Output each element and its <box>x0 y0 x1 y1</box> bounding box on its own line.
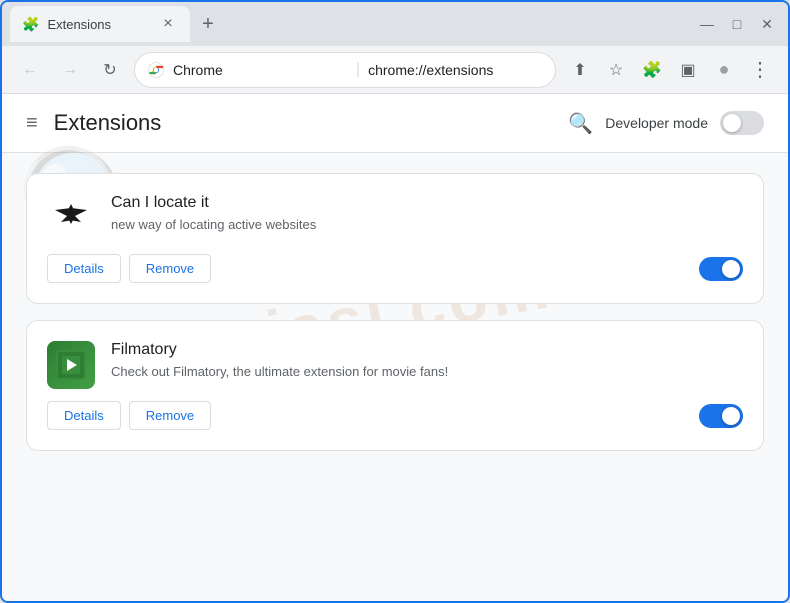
forward-icon: → <box>62 61 78 79</box>
header-left: ≡ Extensions <box>26 110 161 136</box>
extension-toggle-2[interactable] <box>699 404 743 428</box>
share-button[interactable]: ⬆ <box>564 54 596 86</box>
extension-icon-2 <box>47 341 95 389</box>
menu-dots-icon: ⋮ <box>750 57 770 82</box>
card-top-1: Can I locate it new way of locating acti… <box>47 194 743 242</box>
address-divider: | <box>356 61 360 79</box>
tab-title: Extensions <box>47 17 150 32</box>
profile-icon: ● <box>719 59 730 80</box>
window-controls: — □ ✕ <box>694 11 780 37</box>
remove-button-1[interactable]: Remove <box>129 254 211 283</box>
star-icon: ☆ <box>609 60 623 80</box>
card-bottom-2: Details Remove <box>47 401 743 430</box>
search-icon[interactable]: 🔍 <box>568 111 593 136</box>
close-button[interactable]: ✕ <box>754 11 780 37</box>
address-bar[interactable]: Chrome | chrome://extensions <box>134 52 556 88</box>
hamburger-menu-icon[interactable]: ≡ <box>26 112 38 135</box>
extension-toggle-1[interactable] <box>699 257 743 281</box>
sidebar-icon: ▣ <box>680 60 695 80</box>
filmatory-icon <box>47 341 95 389</box>
profile-button[interactable]: ● <box>708 54 740 86</box>
tab-close-button[interactable]: × <box>158 14 178 34</box>
extensions-header: ≡ Extensions 🔍 Developer mode <box>2 94 788 153</box>
remove-button-2[interactable]: Remove <box>129 401 211 430</box>
extensions-page: ≡ Extensions 🔍 Developer mode 🔍 riasl.co… <box>2 94 788 601</box>
details-button-1[interactable]: Details <box>47 254 121 283</box>
minimize-button[interactable]: — <box>694 11 720 37</box>
puzzle-icon: 🧩 <box>642 60 662 80</box>
page-title: Extensions <box>54 110 162 136</box>
back-button[interactable]: ← <box>14 54 46 86</box>
title-bar: 🧩 Extensions × + — □ ✕ <box>2 2 788 46</box>
extensions-list: 🔍 riasl.com <box>2 153 788 471</box>
details-button-2[interactable]: Details <box>47 401 121 430</box>
developer-mode-label: Developer mode <box>605 115 708 131</box>
share-icon: ⬆ <box>573 60 586 80</box>
restore-button[interactable]: □ <box>724 11 750 37</box>
play-icon <box>56 350 86 380</box>
tab-extension-icon: 🧩 <box>22 16 39 33</box>
extension-icon-1 <box>47 194 95 242</box>
card-bottom-1: Details Remove <box>47 254 743 283</box>
bookmark-button[interactable]: ☆ <box>600 54 632 86</box>
ext-info-2: Filmatory Check out Filmatory, the ultim… <box>111 341 743 381</box>
url-text: chrome://extensions <box>368 62 543 78</box>
card-actions-2: Details Remove <box>47 401 211 430</box>
browser-tab[interactable]: 🧩 Extensions × <box>10 6 190 42</box>
ext-desc-1: new way of locating active websites <box>111 216 743 234</box>
extension-card-2: Filmatory Check out Filmatory, the ultim… <box>26 320 764 451</box>
forward-button[interactable]: → <box>54 54 86 86</box>
browser-window: 🧩 Extensions × + — □ ✕ ← → ↻ <box>0 0 790 603</box>
browser-name: Chrome <box>173 62 348 78</box>
refresh-icon: ↻ <box>103 60 116 80</box>
ext-info-1: Can I locate it new way of locating acti… <box>111 194 743 234</box>
refresh-button[interactable]: ↻ <box>94 54 126 86</box>
extensions-button[interactable]: 🧩 <box>636 54 668 86</box>
card-actions-1: Details Remove <box>47 254 211 283</box>
card-top-2: Filmatory Check out Filmatory, the ultim… <box>47 341 743 389</box>
ext-name-1: Can I locate it <box>111 194 743 212</box>
nav-bar: ← → ↻ Chrome | chrome://extensions ⬆ <box>2 46 788 94</box>
chrome-logo-icon <box>147 61 165 79</box>
sidebar-button[interactable]: ▣ <box>672 54 704 86</box>
page-content: ≡ Extensions 🔍 Developer mode 🔍 riasl.co… <box>2 94 788 601</box>
menu-button[interactable]: ⋮ <box>744 54 776 86</box>
extension-card-1: Can I locate it new way of locating acti… <box>26 173 764 304</box>
back-icon: ← <box>22 61 38 79</box>
developer-mode-toggle[interactable] <box>720 111 764 135</box>
header-right: 🔍 Developer mode <box>568 111 764 136</box>
locateit-icon <box>47 194 95 242</box>
ext-name-2: Filmatory <box>111 341 743 359</box>
nav-actions: ⬆ ☆ 🧩 ▣ ● ⋮ <box>564 54 776 86</box>
new-tab-button[interactable]: + <box>194 10 222 38</box>
ext-desc-2: Check out Filmatory, the ultimate extens… <box>111 363 743 381</box>
